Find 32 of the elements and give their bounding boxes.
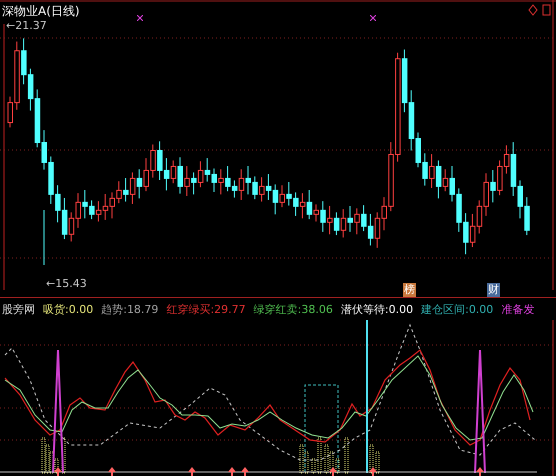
dotted-bar [336,458,340,474]
square-icon[interactable] [542,4,551,16]
up-arrow-icon [329,467,337,476]
low-price-label: ←15.43 [46,277,87,290]
diamond-icon[interactable] [528,4,538,16]
cross-icon [137,15,143,21]
indicator-value: 建仓区间:0.00 [421,302,494,317]
dotted-bar [376,452,380,474]
dotted-bar [318,438,322,474]
dotted-bar [370,444,374,474]
dotted-bar [312,458,316,474]
high-price-label: ←21.37 [6,19,47,32]
up-arrow-icon [108,467,116,476]
dotted-bar [344,438,348,474]
marker-tag: 榜 [403,283,416,297]
indicator-value: 潜伏等待:0.00 [340,302,414,317]
marker-tag: 财 [487,283,500,297]
up-arrow-icon [188,467,196,476]
indicator-value: 红穿绿买:29.77 [166,302,246,317]
dotted-bar [62,438,66,474]
indicator-name: 股旁网 [2,302,35,317]
chart-title: 深物业A(日线) [2,3,80,20]
indicator-value: 趋势:18.79 [101,302,158,317]
cross-icon [370,15,376,21]
up-arrow-icon [241,467,249,476]
indicator-value: 准备发 [501,302,534,317]
up-arrow-icon [369,467,377,476]
up-arrow-icon [228,467,236,476]
indicator-value: 绿穿红卖:38.06 [254,302,333,317]
indicator-value: 吸货:0.00 [43,302,94,317]
up-arrow-icon [476,467,484,476]
up-arrow-icon [54,467,62,476]
